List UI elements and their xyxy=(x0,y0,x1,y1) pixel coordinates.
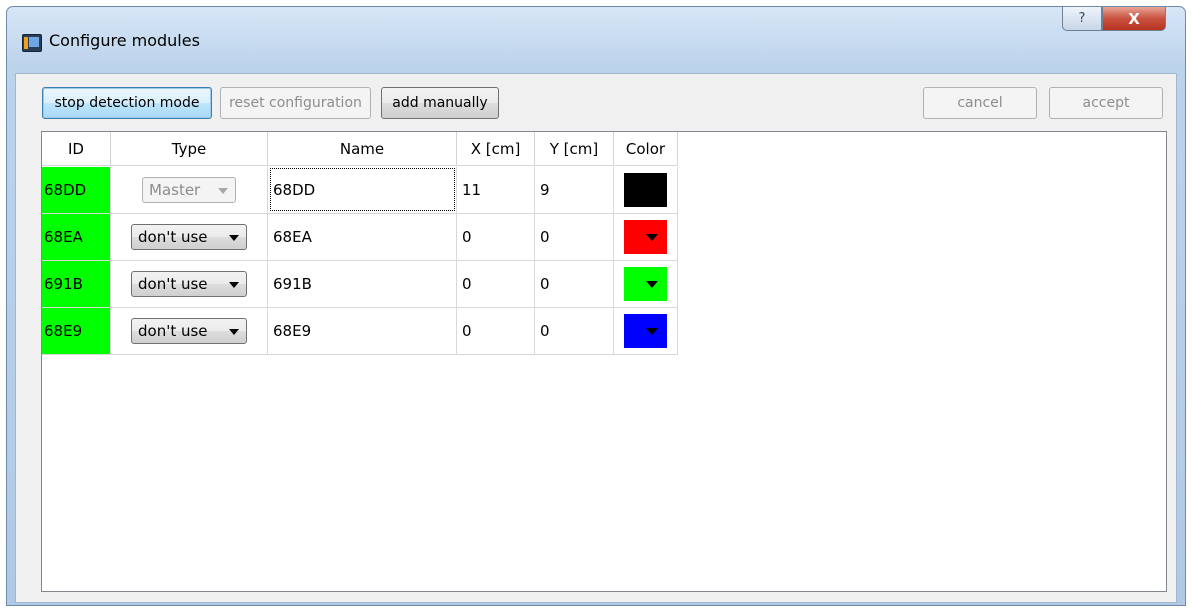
y-cell[interactable]: 0 xyxy=(535,261,614,308)
color-picker[interactable] xyxy=(624,314,667,348)
id-cell: 691B xyxy=(42,261,111,308)
column-header-x[interactable]: X [cm] xyxy=(457,132,535,166)
type-select[interactable]: don't use xyxy=(131,224,247,250)
x-cell[interactable]: 0 xyxy=(457,308,535,355)
x-cell[interactable]: 0 xyxy=(457,261,535,308)
color-cell xyxy=(614,214,678,261)
id-cell: 68EA xyxy=(42,214,111,261)
y-cell[interactable]: 9 xyxy=(535,167,614,214)
type-select-value: don't use xyxy=(138,228,208,246)
x-cell[interactable]: 11 xyxy=(457,167,535,214)
type-select[interactable]: don't use xyxy=(131,318,247,344)
module-name: 68E9 xyxy=(273,322,312,340)
chevron-down-icon xyxy=(229,329,239,335)
type-select-value: Master xyxy=(149,181,201,199)
y-value: 0 xyxy=(540,275,550,293)
y-value: 0 xyxy=(540,322,550,340)
chevron-down-icon xyxy=(646,234,658,241)
column-header-type[interactable]: Type xyxy=(111,132,268,166)
cancel-button[interactable]: cancel xyxy=(923,87,1037,119)
id-cell: 68DD xyxy=(42,167,111,214)
module-name: 691B xyxy=(273,275,312,293)
title-bar[interactable]: Configure modules ? X xyxy=(7,7,1185,73)
type-cell: Master xyxy=(111,167,268,214)
column-header-name[interactable]: Name xyxy=(268,132,457,166)
module-id: 68EA xyxy=(44,228,83,246)
y-value: 0 xyxy=(540,228,550,246)
color-cell xyxy=(614,261,678,308)
chevron-down-icon xyxy=(229,235,239,241)
color-picker[interactable] xyxy=(624,267,667,301)
module-id: 68E9 xyxy=(44,322,83,340)
accept-button[interactable]: accept xyxy=(1049,87,1163,119)
dialog-body: stop detection mode reset configuration … xyxy=(15,73,1177,603)
close-icon: X xyxy=(1128,9,1140,28)
chevron-down-icon xyxy=(646,328,658,335)
add-manually-button[interactable]: add manually xyxy=(381,87,499,119)
column-header-color[interactable]: Color xyxy=(614,132,678,166)
x-value: 11 xyxy=(462,181,482,199)
type-cell: don't use xyxy=(111,214,268,261)
color-picker[interactable] xyxy=(624,173,667,207)
type-cell: don't use xyxy=(111,308,268,355)
x-cell[interactable]: 0 xyxy=(457,214,535,261)
chevron-down-icon xyxy=(218,188,228,194)
column-header-id[interactable]: ID xyxy=(42,132,111,166)
chevron-down-icon xyxy=(646,281,658,288)
type-select[interactable]: don't use xyxy=(131,271,247,297)
modules-table: ID Type Name X [cm] Y [cm] Color 68DD Mas… xyxy=(41,131,1167,592)
type-select-value: don't use xyxy=(138,322,208,340)
color-picker[interactable] xyxy=(624,220,667,254)
type-select-value: don't use xyxy=(138,275,208,293)
x-value: 0 xyxy=(462,228,472,246)
app-icon xyxy=(22,34,42,52)
window-title: Configure modules xyxy=(49,31,200,50)
type-cell: don't use xyxy=(111,261,268,308)
reset-configuration-button[interactable]: reset configuration xyxy=(220,87,371,119)
module-name: 68EA xyxy=(273,228,312,246)
y-cell[interactable]: 0 xyxy=(535,308,614,355)
configure-modules-window: Configure modules ? X stop detection mod… xyxy=(6,6,1186,606)
chevron-down-icon xyxy=(229,282,239,288)
y-cell[interactable]: 0 xyxy=(535,214,614,261)
x-value: 0 xyxy=(462,322,472,340)
module-id: 691B xyxy=(44,275,83,293)
name-cell[interactable]: 68DD xyxy=(268,167,457,214)
color-cell xyxy=(614,308,678,355)
help-icon: ? xyxy=(1078,11,1086,26)
close-button[interactable]: X xyxy=(1102,7,1166,31)
help-button[interactable]: ? xyxy=(1062,7,1102,31)
stop-detection-mode-button[interactable]: stop detection mode xyxy=(42,87,212,119)
name-cell[interactable]: 68E9 xyxy=(268,308,457,355)
column-header-y[interactable]: Y [cm] xyxy=(535,132,614,166)
module-id: 68DD xyxy=(44,181,87,199)
x-value: 0 xyxy=(462,275,472,293)
color-cell xyxy=(614,167,678,214)
y-value: 9 xyxy=(540,181,550,199)
name-cell[interactable]: 68EA xyxy=(268,214,457,261)
name-cell[interactable]: 691B xyxy=(268,261,457,308)
type-select[interactable]: Master xyxy=(142,177,236,203)
module-name: 68DD xyxy=(273,181,316,199)
id-cell: 68E9 xyxy=(42,308,111,355)
